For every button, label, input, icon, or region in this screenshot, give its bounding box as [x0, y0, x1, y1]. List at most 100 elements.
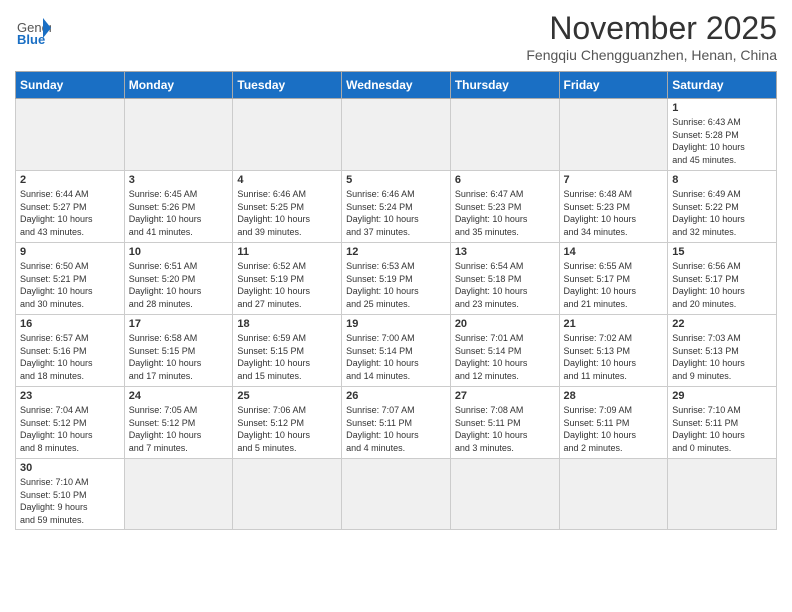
calendar-day-cell: 17Sunrise: 6:58 AM Sunset: 5:15 PM Dayli… [124, 315, 233, 387]
calendar-day-cell: 19Sunrise: 7:00 AM Sunset: 5:14 PM Dayli… [342, 315, 451, 387]
calendar-header-tuesday: Tuesday [233, 72, 342, 99]
day-number: 19 [346, 318, 446, 330]
day-number: 23 [20, 390, 120, 402]
calendar-day-cell: 11 Sunrise: 6:52 AM Sunset: 5:19 PM Dayli… [233, 243, 342, 315]
day-number: 18 [237, 318, 337, 330]
title-block: November 2025 Fengqiu Chengguanzhen, Hen… [526, 10, 777, 63]
calendar-page: General Blue November 2025 Fengqiu Cheng… [0, 0, 792, 540]
page-header: General Blue November 2025 Fengqiu Cheng… [15, 10, 777, 63]
calendar-day-cell: 5 Sunrise: 6:46 AM Sunset: 5:24 PM Daylig… [342, 171, 451, 243]
day-number: 8 [672, 174, 772, 186]
day-number: 27 [455, 390, 555, 402]
calendar-day-cell [342, 99, 451, 171]
calendar-week-row: 9 Sunrise: 6:50 AM Sunset: 5:21 PM Daylig… [16, 243, 777, 315]
day-number: 2 [20, 174, 120, 186]
day-info: Sunrise: 7:10 AM Sunset: 5:11 PM Dayligh… [672, 404, 772, 454]
calendar-day-cell: 7Sunrise: 6:48 AM Sunset: 5:23 PM Daylig… [559, 171, 668, 243]
day-info: Sunrise: 6:56 AM Sunset: 5:17 PM Dayligh… [672, 260, 772, 310]
calendar-day-cell: 21Sunrise: 7:02 AM Sunset: 5:13 PM Dayli… [559, 315, 668, 387]
calendar-day-cell: 13 Sunrise: 6:54 AM Sunset: 5:18 PM Dayli… [450, 243, 559, 315]
calendar-day-cell: 12 Sunrise: 6:53 AM Sunset: 5:19 PM Dayli… [342, 243, 451, 315]
calendar-header-wednesday: Wednesday [342, 72, 451, 99]
day-info: Sunrise: 6:58 AM Sunset: 5:15 PM Dayligh… [129, 332, 229, 382]
day-info: Sunrise: 7:01 AM Sunset: 5:14 PM Dayligh… [455, 332, 555, 382]
calendar-day-cell: 15 Sunrise: 6:56 AM Sunset: 5:17 PM Dayli… [668, 243, 777, 315]
day-info: Sunrise: 6:53 AM Sunset: 5:19 PM Dayligh… [346, 260, 446, 310]
calendar-day-cell: 29 Sunrise: 7:10 AM Sunset: 5:11 PM Dayli… [668, 387, 777, 459]
calendar-day-cell: 18 Sunrise: 6:59 AM Sunset: 5:15 PM Dayli… [233, 315, 342, 387]
day-number: 25 [237, 390, 337, 402]
calendar-table: SundayMondayTuesdayWednesdayThursdayFrid… [15, 71, 777, 530]
calendar-day-cell: 10Sunrise: 6:51 AM Sunset: 5:20 PM Dayli… [124, 243, 233, 315]
day-info: Sunrise: 6:51 AM Sunset: 5:20 PM Dayligh… [129, 260, 229, 310]
calendar-day-cell [559, 99, 668, 171]
calendar-header-thursday: Thursday [450, 72, 559, 99]
day-info: Sunrise: 7:04 AM Sunset: 5:12 PM Dayligh… [20, 404, 120, 454]
day-number: 12 [346, 246, 446, 258]
day-info: Sunrise: 6:50 AM Sunset: 5:21 PM Dayligh… [20, 260, 120, 310]
day-number: 29 [672, 390, 772, 402]
calendar-day-cell [668, 459, 777, 530]
calendar-header-monday: Monday [124, 72, 233, 99]
day-info: Sunrise: 6:49 AM Sunset: 5:22 PM Dayligh… [672, 188, 772, 238]
day-number: 21 [564, 318, 664, 330]
calendar-header-saturday: Saturday [668, 72, 777, 99]
svg-text:Blue: Blue [17, 32, 45, 46]
calendar-day-cell: 8 Sunrise: 6:49 AM Sunset: 5:22 PM Daylig… [668, 171, 777, 243]
day-number: 28 [564, 390, 664, 402]
day-info: Sunrise: 7:05 AM Sunset: 5:12 PM Dayligh… [129, 404, 229, 454]
day-number: 26 [346, 390, 446, 402]
logo: General Blue [15, 10, 51, 46]
calendar-day-cell [450, 99, 559, 171]
day-info: Sunrise: 6:46 AM Sunset: 5:24 PM Dayligh… [346, 188, 446, 238]
calendar-day-cell: 6Sunrise: 6:47 AM Sunset: 5:23 PM Daylig… [450, 171, 559, 243]
day-number: 5 [346, 174, 446, 186]
day-info: Sunrise: 6:46 AM Sunset: 5:25 PM Dayligh… [237, 188, 337, 238]
calendar-day-cell: 22Sunrise: 7:03 AM Sunset: 5:13 PM Dayli… [668, 315, 777, 387]
month-title: November 2025 [526, 10, 777, 47]
calendar-week-row: 16 Sunrise: 6:57 AM Sunset: 5:16 PM Dayli… [16, 315, 777, 387]
day-info: Sunrise: 7:06 AM Sunset: 5:12 PM Dayligh… [237, 404, 337, 454]
day-number: 13 [455, 246, 555, 258]
day-info: Sunrise: 6:57 AM Sunset: 5:16 PM Dayligh… [20, 332, 120, 382]
day-number: 1 [672, 102, 772, 114]
calendar-day-cell: 1 Sunrise: 6:43 AM Sunset: 5:28 PM Daylig… [668, 99, 777, 171]
calendar-day-cell: 16 Sunrise: 6:57 AM Sunset: 5:16 PM Dayli… [16, 315, 125, 387]
calendar-week-row: 23 Sunrise: 7:04 AM Sunset: 5:12 PM Dayli… [16, 387, 777, 459]
day-number: 20 [455, 318, 555, 330]
calendar-day-cell [559, 459, 668, 530]
day-info: Sunrise: 6:44 AM Sunset: 5:27 PM Dayligh… [20, 188, 120, 238]
day-number: 6 [455, 174, 555, 186]
day-number: 22 [672, 318, 772, 330]
day-info: Sunrise: 6:55 AM Sunset: 5:17 PM Dayligh… [564, 260, 664, 310]
day-number: 11 [237, 246, 337, 258]
calendar-day-cell: 14Sunrise: 6:55 AM Sunset: 5:17 PM Dayli… [559, 243, 668, 315]
calendar-day-cell [233, 99, 342, 171]
calendar-week-row: 1 Sunrise: 6:43 AM Sunset: 5:28 PM Daylig… [16, 99, 777, 171]
calendar-header-friday: Friday [559, 72, 668, 99]
day-number: 9 [20, 246, 120, 258]
calendar-day-cell [450, 459, 559, 530]
day-number: 15 [672, 246, 772, 258]
day-number: 24 [129, 390, 229, 402]
day-info: Sunrise: 7:08 AM Sunset: 5:11 PM Dayligh… [455, 404, 555, 454]
day-info: Sunrise: 6:52 AM Sunset: 5:19 PM Dayligh… [237, 260, 337, 310]
calendar-day-cell: 26 Sunrise: 7:07 AM Sunset: 5:11 PM Dayli… [342, 387, 451, 459]
day-number: 16 [20, 318, 120, 330]
calendar-day-cell: 24 Sunrise: 7:05 AM Sunset: 5:12 PM Dayli… [124, 387, 233, 459]
calendar-week-row: 2 Sunrise: 6:44 AM Sunset: 5:27 PM Daylig… [16, 171, 777, 243]
calendar-day-cell: 9 Sunrise: 6:50 AM Sunset: 5:21 PM Daylig… [16, 243, 125, 315]
day-info: Sunrise: 6:54 AM Sunset: 5:18 PM Dayligh… [455, 260, 555, 310]
day-info: Sunrise: 6:59 AM Sunset: 5:15 PM Dayligh… [237, 332, 337, 382]
calendar-day-cell [124, 459, 233, 530]
calendar-header-sunday: Sunday [16, 72, 125, 99]
calendar-day-cell: 28Sunrise: 7:09 AM Sunset: 5:11 PM Dayli… [559, 387, 668, 459]
day-info: Sunrise: 6:43 AM Sunset: 5:28 PM Dayligh… [672, 116, 772, 166]
location: Fengqiu Chengguanzhen, Henan, China [526, 47, 777, 63]
calendar-day-cell [124, 99, 233, 171]
calendar-day-cell: 25 Sunrise: 7:06 AM Sunset: 5:12 PM Dayli… [233, 387, 342, 459]
calendar-day-cell: 23 Sunrise: 7:04 AM Sunset: 5:12 PM Dayli… [16, 387, 125, 459]
day-number: 4 [237, 174, 337, 186]
day-info: Sunrise: 7:07 AM Sunset: 5:11 PM Dayligh… [346, 404, 446, 454]
calendar-header-row: SundayMondayTuesdayWednesdayThursdayFrid… [16, 72, 777, 99]
